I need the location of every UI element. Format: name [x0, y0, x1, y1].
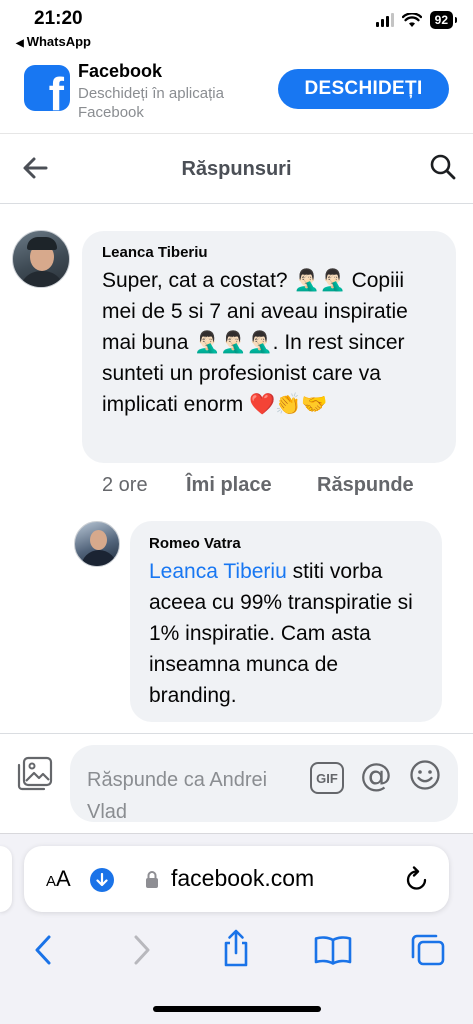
- wifi-icon: [401, 12, 422, 27]
- banner-subtitle: Deschideți în aplicația Facebook: [78, 85, 224, 121]
- back-app-label: WhatsApp: [26, 34, 91, 49]
- comment-actions: 2 ore Îmi place Răspunde: [102, 474, 414, 497]
- text-size-small-a: A: [46, 873, 57, 890]
- tabs-icon: [411, 934, 445, 966]
- chevron-left-icon: [35, 935, 51, 965]
- avatar[interactable]: [74, 521, 120, 567]
- mention-button[interactable]: @: [360, 756, 392, 794]
- address-bar[interactable]: AA facebook.com: [24, 846, 449, 912]
- photo-icon: [17, 756, 53, 791]
- share-icon: [224, 929, 248, 967]
- reload-button[interactable]: [405, 866, 429, 897]
- gif-button[interactable]: GIF: [310, 762, 344, 794]
- status-indicators: 92: [375, 11, 458, 29]
- banner-app-name: Facebook: [78, 61, 163, 81]
- text-size-big-a: A: [56, 866, 71, 891]
- like-button[interactable]: Îmi place: [186, 474, 317, 497]
- back-triangle-icon: ◀: [16, 38, 24, 49]
- reply-composer: Răspunde ca Andrei Vlad GIF @: [0, 733, 473, 833]
- status-bar: 21:20 ◀ WhatsApp 92: [0, 0, 473, 52]
- cellular-signal-icon: [375, 13, 394, 27]
- share-button[interactable]: [221, 928, 251, 973]
- smiley-icon: [410, 760, 440, 790]
- browser-forward-button[interactable]: [131, 934, 153, 971]
- previous-tab-peek[interactable]: [0, 846, 12, 912]
- browser-chrome: AA facebook.com: [0, 833, 473, 1024]
- reply-input[interactable]: Răspunde ca Andrei Vlad GIF @: [70, 745, 458, 823]
- avatar[interactable]: [12, 230, 70, 288]
- emoji-button[interactable]: [409, 759, 441, 796]
- comment-bubble: Leanca Tiberiu Super, cat a costat? 🤦🏻‍♂…: [82, 231, 456, 463]
- reply-text: Leanca Tiberiu stiti vorba aceea cu 99% …: [149, 556, 430, 711]
- photo-button[interactable]: [16, 756, 54, 797]
- replies-header: Răspunsuri: [0, 136, 473, 204]
- bookmarks-button[interactable]: [313, 935, 353, 970]
- battery-indicator: 92: [429, 11, 458, 29]
- comment-time[interactable]: 2 ore: [102, 474, 186, 497]
- open-in-app-button[interactable]: DESCHIDEȚI: [278, 69, 449, 109]
- page-title: Răspunsuri: [181, 158, 292, 180]
- facebook-logo-icon: f: [24, 65, 70, 111]
- url-text: facebook.com: [171, 865, 315, 891]
- text-size-button[interactable]: AA: [46, 866, 71, 892]
- reload-icon: [406, 866, 427, 890]
- search-button[interactable]: [429, 153, 457, 186]
- browser-back-button[interactable]: [32, 934, 54, 971]
- home-indicator: [153, 1006, 321, 1012]
- mention-link[interactable]: Leanca Tiberiu: [149, 560, 287, 583]
- app-banner: f Facebook Deschideți în aplicația Faceb…: [0, 54, 473, 134]
- reply-placeholder: Răspunde ca Andrei Vlad: [87, 769, 268, 823]
- tabs-button[interactable]: [410, 933, 446, 972]
- search-icon: [430, 154, 456, 180]
- reply-author[interactable]: Romeo Vatra: [149, 535, 430, 552]
- back-to-app-link[interactable]: ◀ WhatsApp: [16, 34, 91, 49]
- comment-text: Super, cat a costat? 🤦🏻‍♂️🤦🏻‍♂️ Copiii m…: [102, 269, 408, 416]
- download-icon[interactable]: [90, 868, 114, 892]
- lock-icon: [145, 870, 159, 894]
- comment-author[interactable]: Leanca Tiberiu: [102, 244, 438, 261]
- chevron-right-icon: [134, 935, 150, 965]
- status-time: 21:20: [34, 8, 83, 29]
- reply-bubble: Romeo Vatra Leanca Tiberiu stiti vorba a…: [130, 521, 442, 722]
- reply-button[interactable]: Răspunde: [317, 474, 414, 497]
- book-icon: [314, 936, 352, 965]
